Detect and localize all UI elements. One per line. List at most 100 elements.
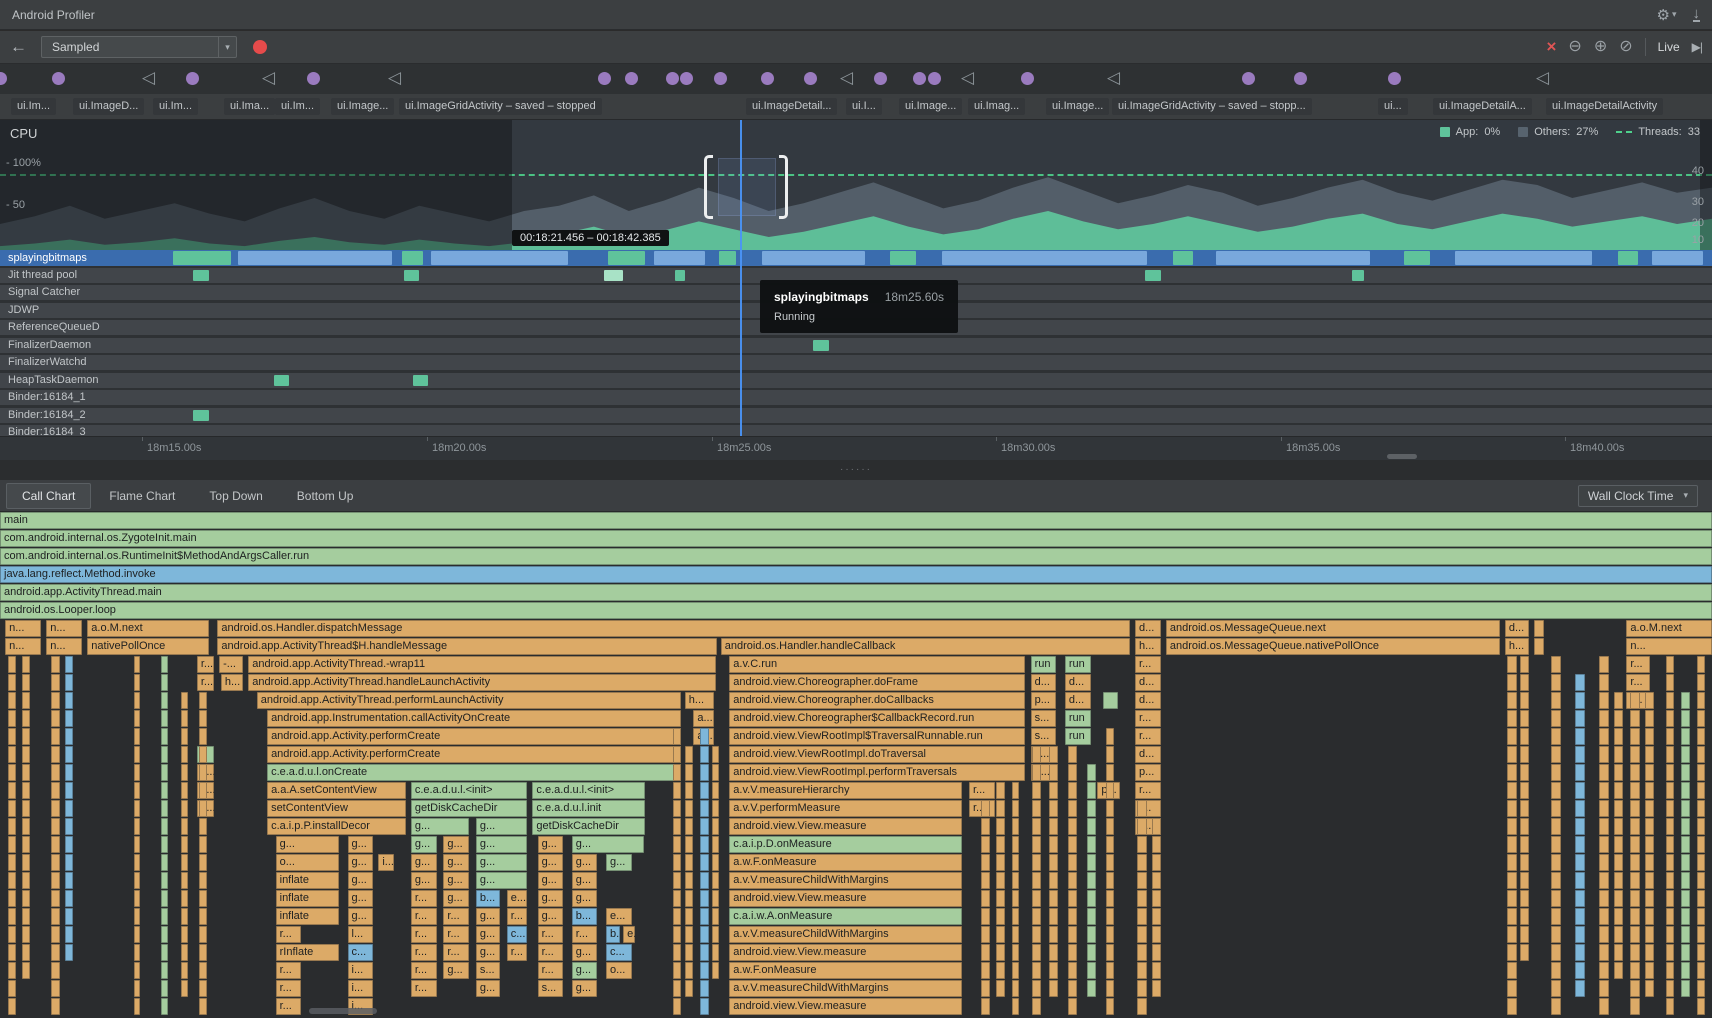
call-chart-block[interactable] xyxy=(199,710,208,727)
call-chart-block[interactable]: g... xyxy=(476,926,500,943)
call-chart-block[interactable] xyxy=(1575,854,1585,871)
call-chart-block[interactable] xyxy=(1507,854,1517,871)
thread-row[interactable]: FinalizerWatchd xyxy=(0,355,1712,370)
call-chart-block[interactable] xyxy=(673,836,682,853)
call-chart-block[interactable] xyxy=(1106,764,1115,781)
call-chart-block[interactable]: c.a.i.p.P.installDecor xyxy=(267,818,406,835)
call-chart-block[interactable] xyxy=(1599,728,1609,745)
call-chart-block[interactable]: -... xyxy=(219,656,243,673)
call-chart-block[interactable] xyxy=(1106,854,1115,871)
call-chart-block[interactable] xyxy=(1614,926,1623,943)
call-chart-block[interactable] xyxy=(161,800,168,817)
call-chart-block[interactable] xyxy=(1681,746,1690,763)
call-chart-block[interactable] xyxy=(685,764,693,781)
call-chart-block[interactable] xyxy=(1666,656,1675,673)
call-chart-block[interactable] xyxy=(1520,836,1529,853)
call-chart-block[interactable] xyxy=(1152,908,1161,925)
call-chart-block[interactable] xyxy=(1507,962,1517,979)
call-chart-block[interactable] xyxy=(1697,818,1706,835)
call-chart-block[interactable]: d... xyxy=(1031,674,1057,691)
call-chart-block[interactable] xyxy=(685,926,693,943)
call-chart-block[interactable]: a.v.V.performMeasure xyxy=(729,800,962,817)
call-chart-block[interactable] xyxy=(134,764,141,781)
call-chart-block[interactable] xyxy=(1507,674,1517,691)
call-chart-block[interactable] xyxy=(996,926,1005,943)
call-chart-block[interactable] xyxy=(1520,818,1529,835)
call-chart-block[interactable] xyxy=(1697,944,1706,961)
call-chart-block[interactable] xyxy=(1507,800,1517,817)
call-chart-block[interactable] xyxy=(181,746,188,763)
call-chart-block[interactable] xyxy=(712,854,719,871)
call-chart-block[interactable] xyxy=(161,656,168,673)
call-chart-block[interactable] xyxy=(1032,926,1041,943)
thread-row[interactable]: FinalizerDaemon xyxy=(0,338,1712,353)
call-chart-block[interactable] xyxy=(1575,836,1585,853)
call-chart-block[interactable] xyxy=(134,926,141,943)
call-chart-block[interactable] xyxy=(1068,818,1077,835)
call-chart-block[interactable] xyxy=(1551,656,1561,673)
call-chart-block[interactable] xyxy=(685,980,693,997)
call-chart-block[interactable]: n... xyxy=(1626,638,1712,655)
call-chart-block[interactable] xyxy=(65,728,73,745)
call-chart-block[interactable] xyxy=(1645,782,1654,799)
call-chart-block[interactable] xyxy=(1681,854,1690,871)
call-chart-block[interactable] xyxy=(1137,998,1147,1015)
call-chart-block[interactable] xyxy=(1697,674,1706,691)
call-chart-block[interactable] xyxy=(1049,800,1058,817)
call-chart-block[interactable]: g... xyxy=(348,836,374,853)
call-chart-block[interactable] xyxy=(51,818,60,835)
call-chart-block[interactable] xyxy=(22,728,30,745)
call-chart-block[interactable] xyxy=(981,980,990,997)
call-chart-block[interactable] xyxy=(673,728,682,745)
call-chart-block[interactable] xyxy=(1507,818,1517,835)
call-chart-block[interactable] xyxy=(712,908,719,925)
call-chart-block[interactable] xyxy=(199,908,208,925)
call-chart-block[interactable]: android.view.View.measure xyxy=(729,818,962,835)
call-chart-block[interactable] xyxy=(22,800,30,817)
call-chart-block[interactable]: android.os.Handler.dispatchMessage xyxy=(217,620,1129,637)
call-chart-block[interactable]: c.e.a.d.u.l.init xyxy=(532,800,645,817)
call-chart-block[interactable] xyxy=(22,854,30,871)
call-chart-block[interactable]: c.e.a.d.u.l.<init> xyxy=(532,782,645,799)
call-chart-block[interactable] xyxy=(1666,908,1675,925)
call-chart-block[interactable] xyxy=(1520,710,1529,727)
call-chart-block[interactable]: c.e.a.d.u.l.onCreate xyxy=(267,764,681,781)
call-chart-block[interactable] xyxy=(1599,854,1609,871)
call-chart-block[interactable] xyxy=(673,908,682,925)
call-chart-block[interactable] xyxy=(134,728,141,745)
call-chart-block[interactable] xyxy=(22,836,30,853)
call-chart-block[interactable] xyxy=(1137,818,1147,835)
call-chart-block[interactable] xyxy=(199,764,208,781)
call-chart-block[interactable] xyxy=(134,674,141,691)
call-chart-block[interactable]: r... xyxy=(1626,674,1650,691)
call-chart-block[interactable] xyxy=(996,908,1005,925)
call-chart-block[interactable] xyxy=(134,980,141,997)
call-chart-block[interactable] xyxy=(1575,692,1585,709)
call-chart-block[interactable] xyxy=(1106,908,1115,925)
call-chart-block[interactable] xyxy=(1032,818,1041,835)
call-chart-block[interactable] xyxy=(1645,764,1654,781)
call-chart-block[interactable] xyxy=(1697,728,1706,745)
call-chart-block[interactable] xyxy=(134,692,141,709)
call-chart-block[interactable] xyxy=(1697,872,1706,889)
call-chart-block[interactable] xyxy=(1666,764,1675,781)
call-chart-block[interactable] xyxy=(1575,962,1585,979)
call-chart-block[interactable] xyxy=(51,890,60,907)
call-chart-block[interactable] xyxy=(700,746,709,763)
call-chart-block[interactable] xyxy=(51,962,60,979)
call-chart-block[interactable] xyxy=(8,656,17,673)
call-chart-block[interactable] xyxy=(1087,872,1096,889)
call-chart-block[interactable] xyxy=(1551,764,1561,781)
call-chart-block[interactable] xyxy=(181,728,188,745)
call-chart-block[interactable]: g... xyxy=(276,836,339,853)
call-chart-block[interactable]: g... xyxy=(411,872,437,889)
call-chart-block[interactable] xyxy=(161,908,168,925)
call-chart-block[interactable]: a.v.C.run xyxy=(729,656,1025,673)
call-chart-block[interactable] xyxy=(22,818,30,835)
call-chart-block[interactable]: g... xyxy=(538,872,564,889)
call-chart-block[interactable] xyxy=(1534,638,1544,655)
call-chart-block[interactable] xyxy=(712,764,719,781)
call-chart-block[interactable]: r... xyxy=(1135,710,1161,727)
call-chart-block[interactable] xyxy=(685,818,693,835)
call-chart-block[interactable]: android.app.ActivityThread.performLaunch… xyxy=(257,692,682,709)
